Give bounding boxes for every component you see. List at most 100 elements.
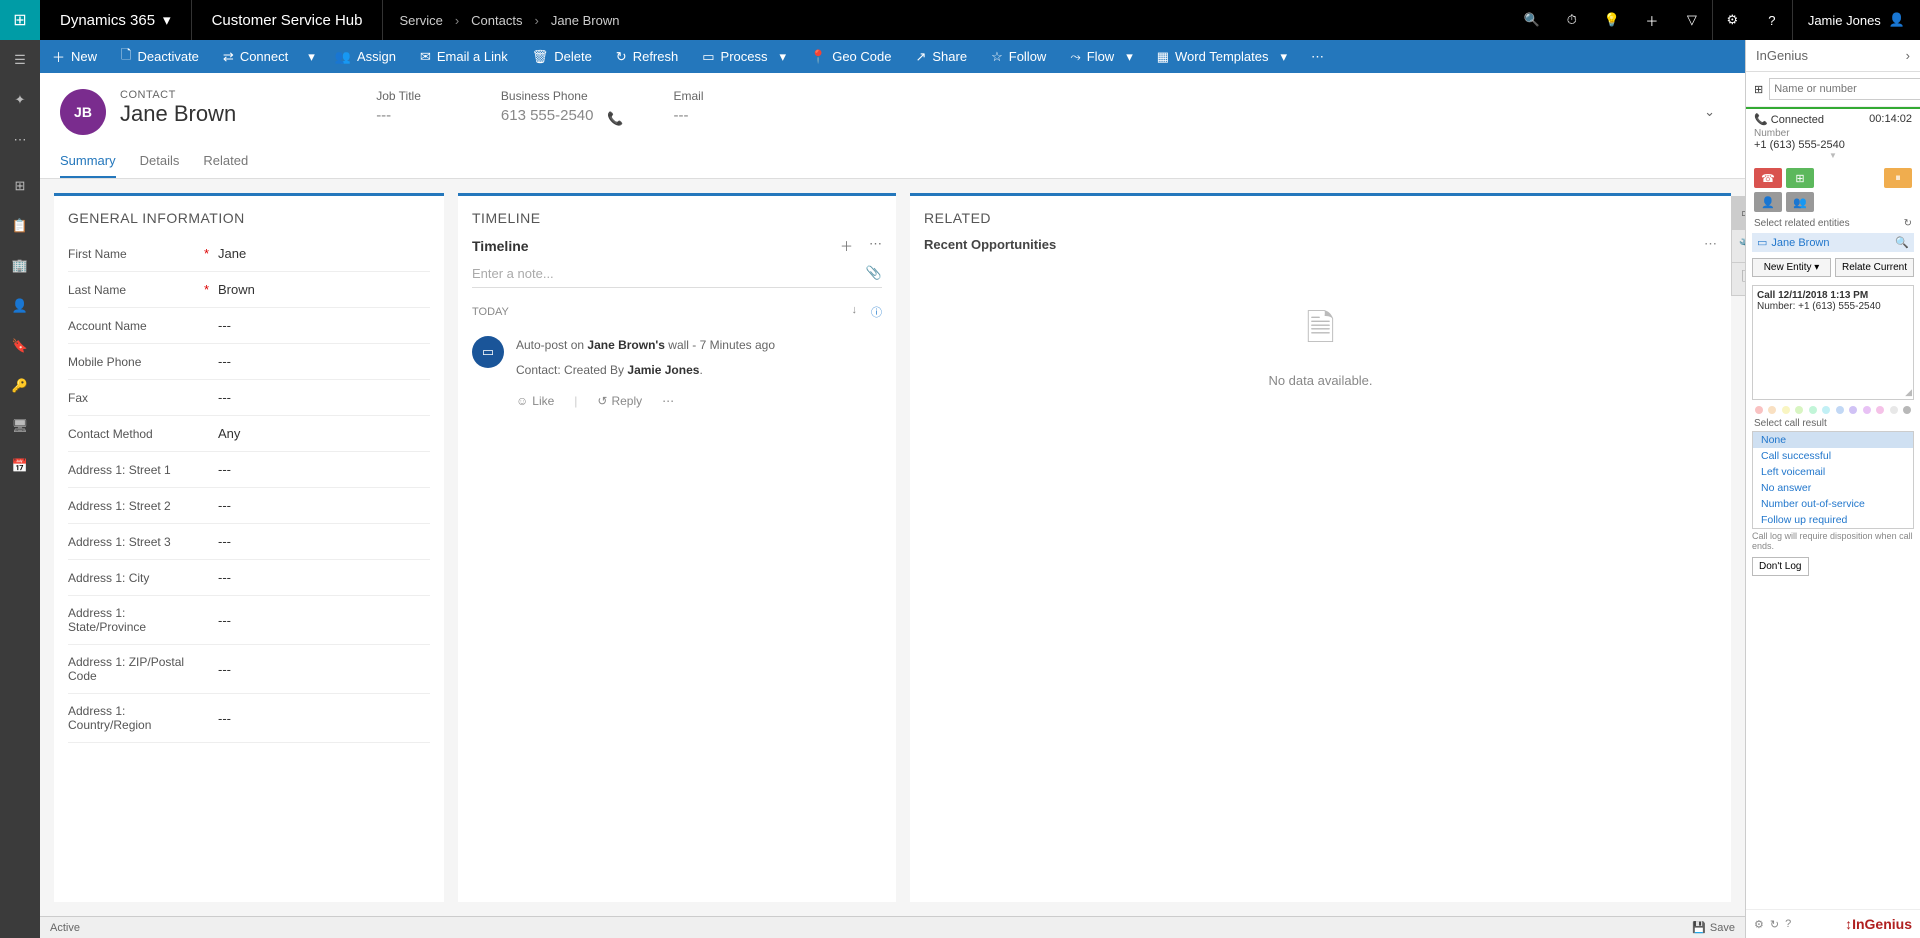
refresh-button[interactable]: ↻Refresh <box>604 40 690 73</box>
email-link-button[interactable]: ✉Email a Link <box>408 40 520 73</box>
attach-icon[interactable]: 📎 <box>866 265 882 281</box>
color-swatch[interactable] <box>1822 406 1830 414</box>
gear-icon[interactable]: ⚙ <box>1712 0 1752 40</box>
contacts-icon[interactable]: 👤 <box>0 286 40 326</box>
field-value[interactable]: --- <box>218 662 231 677</box>
word-templates-button[interactable]: ▦Word Templates▾ <box>1145 40 1299 73</box>
header-expand[interactable]: ⌄ <box>1694 94 1725 130</box>
hamburger-icon[interactable]: ☰ <box>0 40 40 80</box>
field-row[interactable]: Last Name*Brown <box>68 272 430 308</box>
field-value[interactable]: --- <box>218 534 231 549</box>
field-row[interactable]: Address 1: City--- <box>68 560 430 596</box>
collapse-icon[interactable]: ↓ <box>852 304 858 320</box>
field-row[interactable]: First Name*Jane <box>68 236 430 272</box>
related-entity-link[interactable]: ▭ Jane Brown 🔍 <box>1752 233 1914 252</box>
field-row[interactable]: Address 1: Street 2--- <box>68 488 430 524</box>
phone-icon[interactable]: 📞 <box>607 111 623 127</box>
field-row[interactable]: Contact MethodAny <box>68 416 430 452</box>
color-swatch[interactable] <box>1890 406 1898 414</box>
color-swatch[interactable] <box>1863 406 1871 414</box>
dont-log-button[interactable]: Don't Log <box>1752 557 1809 576</box>
field-row[interactable]: Fax--- <box>68 380 430 416</box>
field-value[interactable]: Brown <box>218 282 255 297</box>
color-swatch[interactable] <box>1876 406 1884 414</box>
lightbulb-icon[interactable]: 💡 <box>1592 0 1632 40</box>
related-more-icon[interactable]: ⋯ <box>1704 236 1717 252</box>
field-row[interactable]: Account Name--- <box>68 308 430 344</box>
hangup-button[interactable]: ☎ <box>1754 168 1782 188</box>
field-value[interactable]: --- <box>218 613 231 628</box>
dashboard-icon[interactable]: ⊞ <box>0 166 40 206</box>
user-menu[interactable]: Jamie Jones 👤 <box>1792 0 1920 40</box>
hold-button[interactable]: ⏸ <box>1884 168 1912 188</box>
field-row[interactable]: Address 1: Country/Region--- <box>68 694 430 743</box>
panel-collapse-icon[interactable]: › <box>1906 48 1910 63</box>
call-expand-icon[interactable]: ▼ <box>1754 151 1912 160</box>
breadcrumb-service[interactable]: Service <box>399 13 442 28</box>
add-icon[interactable]: ＋ <box>1632 0 1672 40</box>
entity-search-icon[interactable]: 🔍 <box>1895 236 1909 249</box>
color-swatch[interactable] <box>1903 406 1911 414</box>
tab-summary[interactable]: Summary <box>60 153 116 178</box>
call-result-option[interactable]: No answer <box>1753 480 1913 496</box>
side-tab-doc[interactable]: 🗋 <box>1731 262 1745 296</box>
deactivate-button[interactable]: 🗋Deactivate <box>109 40 211 73</box>
dial-input[interactable] <box>1769 78 1920 100</box>
side-tab-wrench[interactable]: 🔧 <box>1731 229 1745 263</box>
dialpad-icon[interactable]: ⊞ <box>1754 83 1763 96</box>
refresh-entities-icon[interactable]: ↻ <box>1904 218 1912 229</box>
help-icon[interactable]: ? <box>1752 0 1792 40</box>
key-icon[interactable]: 🔑 <box>0 366 40 406</box>
field-value[interactable]: Jane <box>218 246 246 261</box>
field-value[interactable]: --- <box>218 390 231 405</box>
transfer-button[interactable]: 👤 <box>1754 192 1782 212</box>
timeline-add-icon[interactable]: ＋ <box>840 236 853 255</box>
device-icon[interactable]: 🖥 <box>0 406 40 446</box>
conference-button[interactable]: 👥 <box>1786 192 1814 212</box>
call-log-box[interactable]: Call 12/11/2018 1:13 PM Number: +1 (613)… <box>1752 285 1914 400</box>
timeline-more-icon[interactable]: ⋯ <box>869 236 882 255</box>
search-icon[interactable]: 🔍 <box>1512 0 1552 40</box>
field-row[interactable]: Address 1: Street 1--- <box>68 452 430 488</box>
clipboard-icon[interactable]: 📋 <box>0 206 40 246</box>
header-email-value[interactable]: --- <box>673 107 703 124</box>
field-value[interactable]: --- <box>218 711 231 726</box>
call-result-option[interactable]: Follow up required <box>1753 512 1913 528</box>
bookmark-icon[interactable]: 🔖 <box>0 326 40 366</box>
assign-button[interactable]: 👥Assign <box>323 40 408 73</box>
color-swatch[interactable] <box>1795 406 1803 414</box>
more-commands[interactable]: ⋯ <box>1299 40 1336 73</box>
resize-handle-icon[interactable]: ◢ <box>1905 387 1912 398</box>
color-swatch[interactable] <box>1809 406 1817 414</box>
field-value[interactable]: --- <box>218 498 231 513</box>
calendar-icon[interactable]: 📅 <box>0 446 40 486</box>
connect-button[interactable]: ⇄Connect <box>211 40 300 73</box>
save-button[interactable]: 💾 Save <box>1692 921 1735 934</box>
new-entity-button[interactable]: New Entity ▾ <box>1752 258 1831 277</box>
app-launcher-icon[interactable]: ⊞ <box>0 0 40 40</box>
breadcrumb-contacts[interactable]: Contacts <box>471 13 522 28</box>
relate-current-button[interactable]: Relate Current <box>1835 258 1914 277</box>
field-value[interactable]: Any <box>218 426 240 441</box>
app-name[interactable]: Dynamics 365 ▾ <box>40 0 192 40</box>
color-swatch[interactable] <box>1755 406 1763 414</box>
follow-button[interactable]: ☆Follow <box>979 40 1058 73</box>
connect-dropdown[interactable]: ▾ <box>300 40 323 73</box>
share-button[interactable]: ↗Share <box>903 40 979 73</box>
geocode-button[interactable]: 📍Geo Code <box>798 40 903 73</box>
history-icon[interactable]: ↻ <box>1770 918 1779 931</box>
field-value[interactable]: --- <box>218 354 231 369</box>
sitemap-icon[interactable]: ✦ <box>0 80 40 120</box>
call-result-option[interactable]: None <box>1753 432 1913 448</box>
field-row[interactable]: Address 1: State/Province--- <box>68 596 430 645</box>
help-small-icon[interactable]: ? <box>1785 918 1791 931</box>
settings-gear-icon[interactable]: ⚙ <box>1754 918 1764 931</box>
field-value[interactable]: --- <box>218 462 231 477</box>
field-value[interactable]: --- <box>218 570 231 585</box>
color-swatch[interactable] <box>1782 406 1790 414</box>
tab-details[interactable]: Details <box>140 153 180 178</box>
field-row[interactable]: Address 1: Street 3--- <box>68 524 430 560</box>
task-flow-icon[interactable]: ⏱ <box>1552 0 1592 40</box>
filter-icon[interactable]: ▽ <box>1672 0 1712 40</box>
color-swatch[interactable] <box>1768 406 1776 414</box>
